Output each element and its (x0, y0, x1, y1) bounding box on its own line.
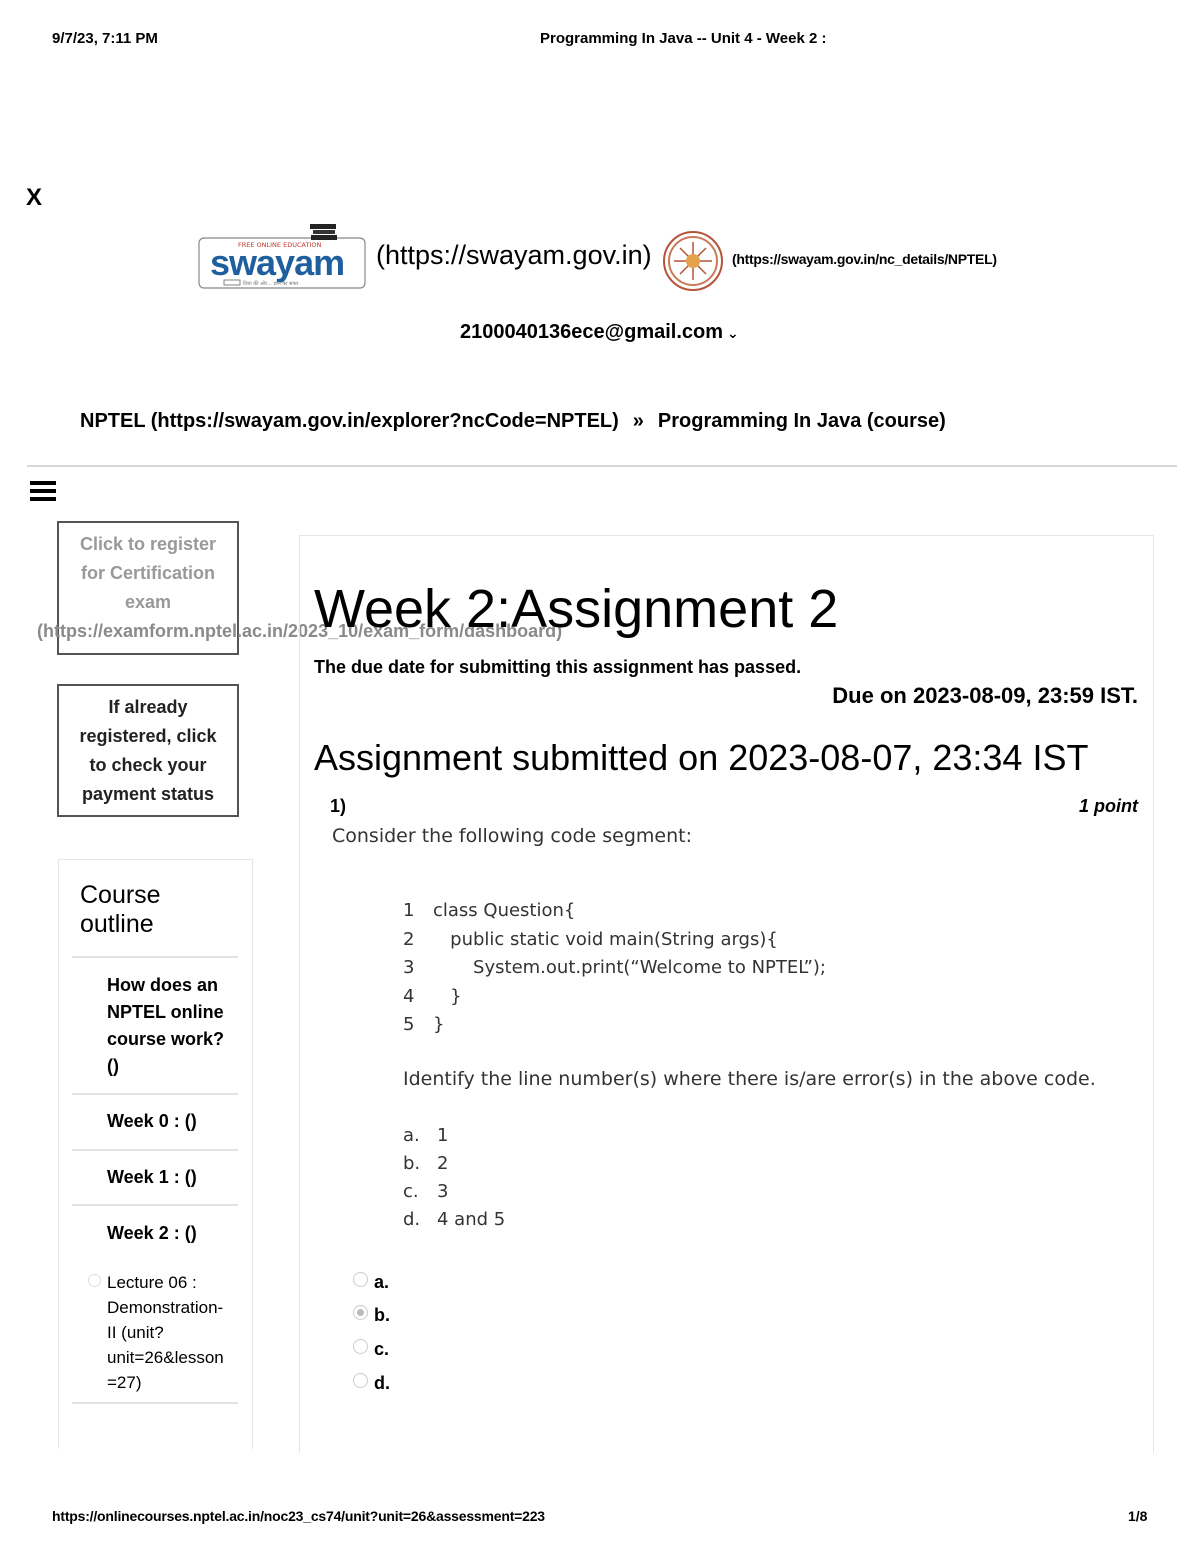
print-page-title: Programming In Java -- Unit 4 - Week 2 : (540, 30, 827, 47)
user-email: 2100040136ece@gmail.com (460, 321, 724, 343)
code-line: 4 } (403, 983, 826, 1012)
option-item: b. 2 (403, 1153, 449, 1174)
course-outline-title: Course outline (80, 881, 161, 938)
due-passed-notice: The due date for submitting this assignm… (314, 657, 802, 677)
code-line-text: class Question{ (433, 900, 576, 921)
payment-status-line: registered, click (79, 726, 217, 746)
code-line-text: public static void main(String args){ (433, 928, 778, 950)
code-line: 1 class Question{ (403, 897, 826, 926)
print-datetime: 9/7/23, 7:11 PM (52, 30, 158, 47)
outline-divider (72, 1093, 238, 1095)
payment-status-line: payment status (81, 784, 215, 804)
print-footer-url: https://onlinecourses.nptel.ac.in/noc23_… (52, 1508, 545, 1524)
print-page-number: 1/8 (1128, 1508, 1148, 1524)
outline-item-week-2[interactable]: Week 2 : () (107, 1220, 235, 1247)
code-line-number: 2 (403, 928, 415, 950)
register-certification-button[interactable]: Click to register for Certification exam… (37, 521, 562, 655)
question-prompt: Consider the following code segment: (332, 825, 692, 847)
swayam-logo-tagline: दिशा की ओर... ज्ञान का सफर (243, 280, 299, 287)
code-line-text: System.out.print(“Welcome to NPTEL”); (433, 957, 826, 978)
outline-divider (72, 1204, 238, 1206)
close-icon[interactable]: X (26, 184, 42, 212)
payment-status-line: If already (108, 697, 188, 717)
breadcrumb: NPTEL (https://swayam.gov.in/explorer?nc… (80, 410, 946, 433)
breadcrumb-separator: » (632, 410, 644, 432)
option-item: a. 1 (403, 1125, 449, 1146)
register-line: for Certification (80, 563, 215, 583)
outline-item-how-does-nptel-work[interactable]: How does an NPTEL online course work? () (107, 972, 235, 1080)
nptel-details-link[interactable]: (https://swayam.gov.in/nc_details/NPTEL) (732, 251, 997, 267)
question-number: 1) (330, 796, 347, 816)
user-account-menu[interactable]: 2100040136ece@gmail.com ⌄ (460, 321, 739, 344)
header-divider (27, 465, 1177, 467)
lecture-status-icon (88, 1274, 101, 1287)
answer-radio-d[interactable] (353, 1373, 368, 1388)
nptel-logo[interactable] (662, 230, 724, 292)
code-line-text: } (433, 1014, 445, 1035)
swayam-logo[interactable]: FREE ONLINE EDUCATION swayam दिशा की ओर.… (198, 222, 366, 290)
question-points: 1 point (1079, 796, 1138, 816)
code-snippet: 1 class Question{ 2 public static void ma… (403, 897, 826, 1040)
code-line-text: } (433, 985, 462, 1007)
breadcrumb-nptel-link[interactable]: NPTEL (https://swayam.gov.in/explorer?nc… (80, 410, 619, 432)
breadcrumb-course-link[interactable]: Programming In Java (course) (658, 410, 946, 432)
answer-radio-c[interactable] (353, 1339, 368, 1354)
outline-item-week-0[interactable]: Week 0 : () (107, 1108, 235, 1135)
swayam-home-link[interactable]: (https://swayam.gov.in) (376, 240, 652, 271)
register-url: (https://examform.nptel.ac.in/2023_10/ex… (37, 621, 563, 641)
submission-status: Assignment submitted on 2023-08-07, 23:3… (314, 737, 1089, 778)
hamburger-menu-icon[interactable] (30, 481, 56, 503)
code-line-number: 5 (403, 1014, 415, 1035)
answer-label-a[interactable]: a. (374, 1272, 389, 1293)
chevron-down-icon: ⌄ (727, 325, 739, 341)
outline-lecture-06[interactable]: Lecture 06 : Demonstration- II (unit? un… (107, 1270, 235, 1395)
payment-status-line: to check your (89, 755, 207, 775)
register-line: exam (124, 592, 172, 612)
answer-label-b[interactable]: b. (374, 1305, 390, 1326)
code-line: 3 System.out.print(“Welcome to NPTEL”); (403, 954, 826, 983)
outline-divider (72, 956, 238, 958)
answer-radio-a[interactable] (353, 1272, 368, 1287)
answer-label-d[interactable]: d. (374, 1373, 390, 1394)
option-item: d. 4 and 5 (403, 1209, 506, 1230)
answer-label-c[interactable]: c. (374, 1339, 389, 1360)
due-date: Due on 2023-08-09, 23:59 IST. (832, 683, 1138, 708)
assignment-title: Week 2:Assignment 2 (314, 579, 839, 639)
code-line: 5} (403, 1011, 826, 1040)
payment-status-button[interactable]: If already registered, click to check yo… (57, 684, 239, 817)
code-line-number: 3 (403, 957, 415, 978)
outline-divider (72, 1402, 238, 1404)
code-line-number: 1 (403, 900, 415, 921)
outline-divider (72, 1149, 238, 1151)
code-line-number: 4 (403, 985, 415, 1007)
code-line: 2 public static void main(String args){ (403, 926, 826, 955)
option-item: c. 3 (403, 1181, 449, 1202)
question-instruction: Identify the line number(s) where there … (403, 1068, 1096, 1090)
outline-item-week-1[interactable]: Week 1 : () (107, 1164, 235, 1191)
answer-radio-b[interactable] (353, 1305, 368, 1320)
register-line: Click to register (79, 534, 217, 554)
swayam-logo-word: swayam (210, 242, 344, 283)
